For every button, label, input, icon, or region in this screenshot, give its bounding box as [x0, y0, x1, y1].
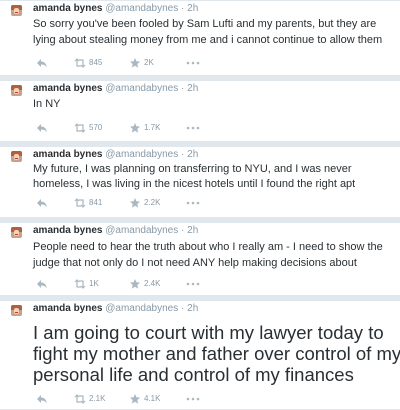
favorite-count: 4.1K [144, 394, 161, 403]
tweet-text-line: I am going to court with my lawyer today… [33, 322, 384, 343]
user-handle[interactable]: @amandabynes [105, 3, 178, 14]
tweet-feed: amanda bynes @amandabynes · 2h So sorry … [0, 0, 400, 410]
star-icon[interactable] [129, 393, 141, 405]
separator: · [181, 303, 185, 314]
tweet-text-line: lying about stealing money from me and i… [33, 34, 383, 46]
tweet[interactable]: amanda bynes @amandabynes · 2h My future… [0, 146, 400, 192]
star-icon[interactable] [129, 197, 141, 209]
timestamp[interactable]: 2h [187, 303, 198, 314]
retweet-count: 2.1K [89, 394, 106, 403]
more-dots-icon[interactable] [186, 197, 200, 209]
separator: · [181, 225, 185, 236]
separator: · [181, 149, 185, 160]
tweet-header: amanda bynes @amandabynes · 2h [33, 3, 198, 15]
avatar[interactable] [11, 305, 22, 316]
retweet-count: 845 [89, 58, 103, 67]
display-name[interactable]: amanda bynes [33, 303, 102, 314]
user-handle[interactable]: @amandabynes [105, 225, 178, 236]
reply-icon[interactable] [36, 57, 48, 69]
favorite-count: 2K [144, 58, 154, 67]
more-dots-icon[interactable] [186, 57, 200, 69]
avatar[interactable] [11, 5, 22, 16]
tweet[interactable]: amanda bynes @amandabynes · 2h In NY 570… [0, 80, 400, 142]
display-name[interactable]: amanda bynes [33, 225, 102, 236]
timestamp[interactable]: 2h [187, 83, 198, 94]
user-handle[interactable]: @amandabynes [105, 83, 178, 94]
more-dots-icon[interactable] [186, 278, 200, 290]
timestamp[interactable]: 2h [187, 225, 198, 236]
favorite-count: 2.2K [144, 198, 161, 207]
reply-icon[interactable] [36, 278, 48, 290]
reply-icon[interactable] [36, 197, 48, 209]
retweet-icon[interactable] [74, 122, 86, 134]
reply-icon[interactable] [36, 393, 48, 405]
tweet-text-line: judge that not only do I not need ANY he… [33, 257, 357, 269]
user-handle[interactable]: @amandabynes [105, 149, 178, 160]
retweet-icon[interactable] [74, 278, 86, 290]
retweet-count: 1K [89, 279, 99, 288]
tweet-header: amanda bynes @amandabynes · 2h [33, 83, 198, 95]
tweet[interactable]: amanda bynes @amandabynes · 2h People ne… [0, 222, 400, 296]
tweet[interactable]: amanda bynes @amandabynes · 2h I am goin… [0, 300, 400, 410]
tweet-text-line: fight my mother and father over control … [33, 343, 400, 364]
display-name[interactable]: amanda bynes [33, 149, 102, 160]
timestamp[interactable]: 2h [187, 149, 198, 160]
retweet-count: 841 [89, 198, 103, 207]
avatar[interactable] [11, 151, 22, 162]
tweet-text-line: My future, I was planning on transferrin… [33, 163, 352, 175]
tweet-header: amanda bynes @amandabynes · 2h [33, 149, 198, 161]
reply-icon[interactable] [36, 122, 48, 134]
tweet[interactable]: amanda bynes @amandabynes · 2h So sorry … [0, 0, 400, 76]
favorite-count: 2.4K [144, 279, 161, 288]
tweet-header: amanda bynes @amandabynes · 2h [33, 303, 198, 315]
separator: · [181, 83, 185, 94]
star-icon[interactable] [129, 278, 141, 290]
tweet-text-line: personal life and control of my finances [33, 364, 354, 385]
tweet-actions-row: 841 2.2K [0, 190, 400, 218]
retweet-icon[interactable] [74, 393, 86, 405]
retweet-icon[interactable] [74, 57, 86, 69]
timestamp[interactable]: 2h [187, 3, 198, 14]
favorite-count: 1.7K [144, 123, 161, 132]
tweet-text-line: In NY [33, 98, 61, 110]
separator: · [181, 3, 185, 14]
user-handle[interactable]: @amandabynes [105, 303, 178, 314]
tweet-header: amanda bynes @amandabynes · 2h [33, 225, 198, 237]
star-icon[interactable] [129, 122, 141, 134]
display-name[interactable]: amanda bynes [33, 3, 102, 14]
tweet-text-line: So sorry you've been fooled by Sam Lufti… [33, 18, 377, 30]
more-dots-icon[interactable] [186, 393, 200, 405]
avatar[interactable] [11, 227, 22, 238]
avatar[interactable] [11, 85, 22, 96]
star-icon[interactable] [129, 57, 141, 69]
display-name[interactable]: amanda bynes [33, 83, 102, 94]
retweet-count: 570 [89, 123, 103, 132]
retweet-icon[interactable] [74, 197, 86, 209]
tweet-text-line: People need to hear the truth about who … [33, 241, 383, 253]
more-dots-icon[interactable] [186, 122, 200, 134]
